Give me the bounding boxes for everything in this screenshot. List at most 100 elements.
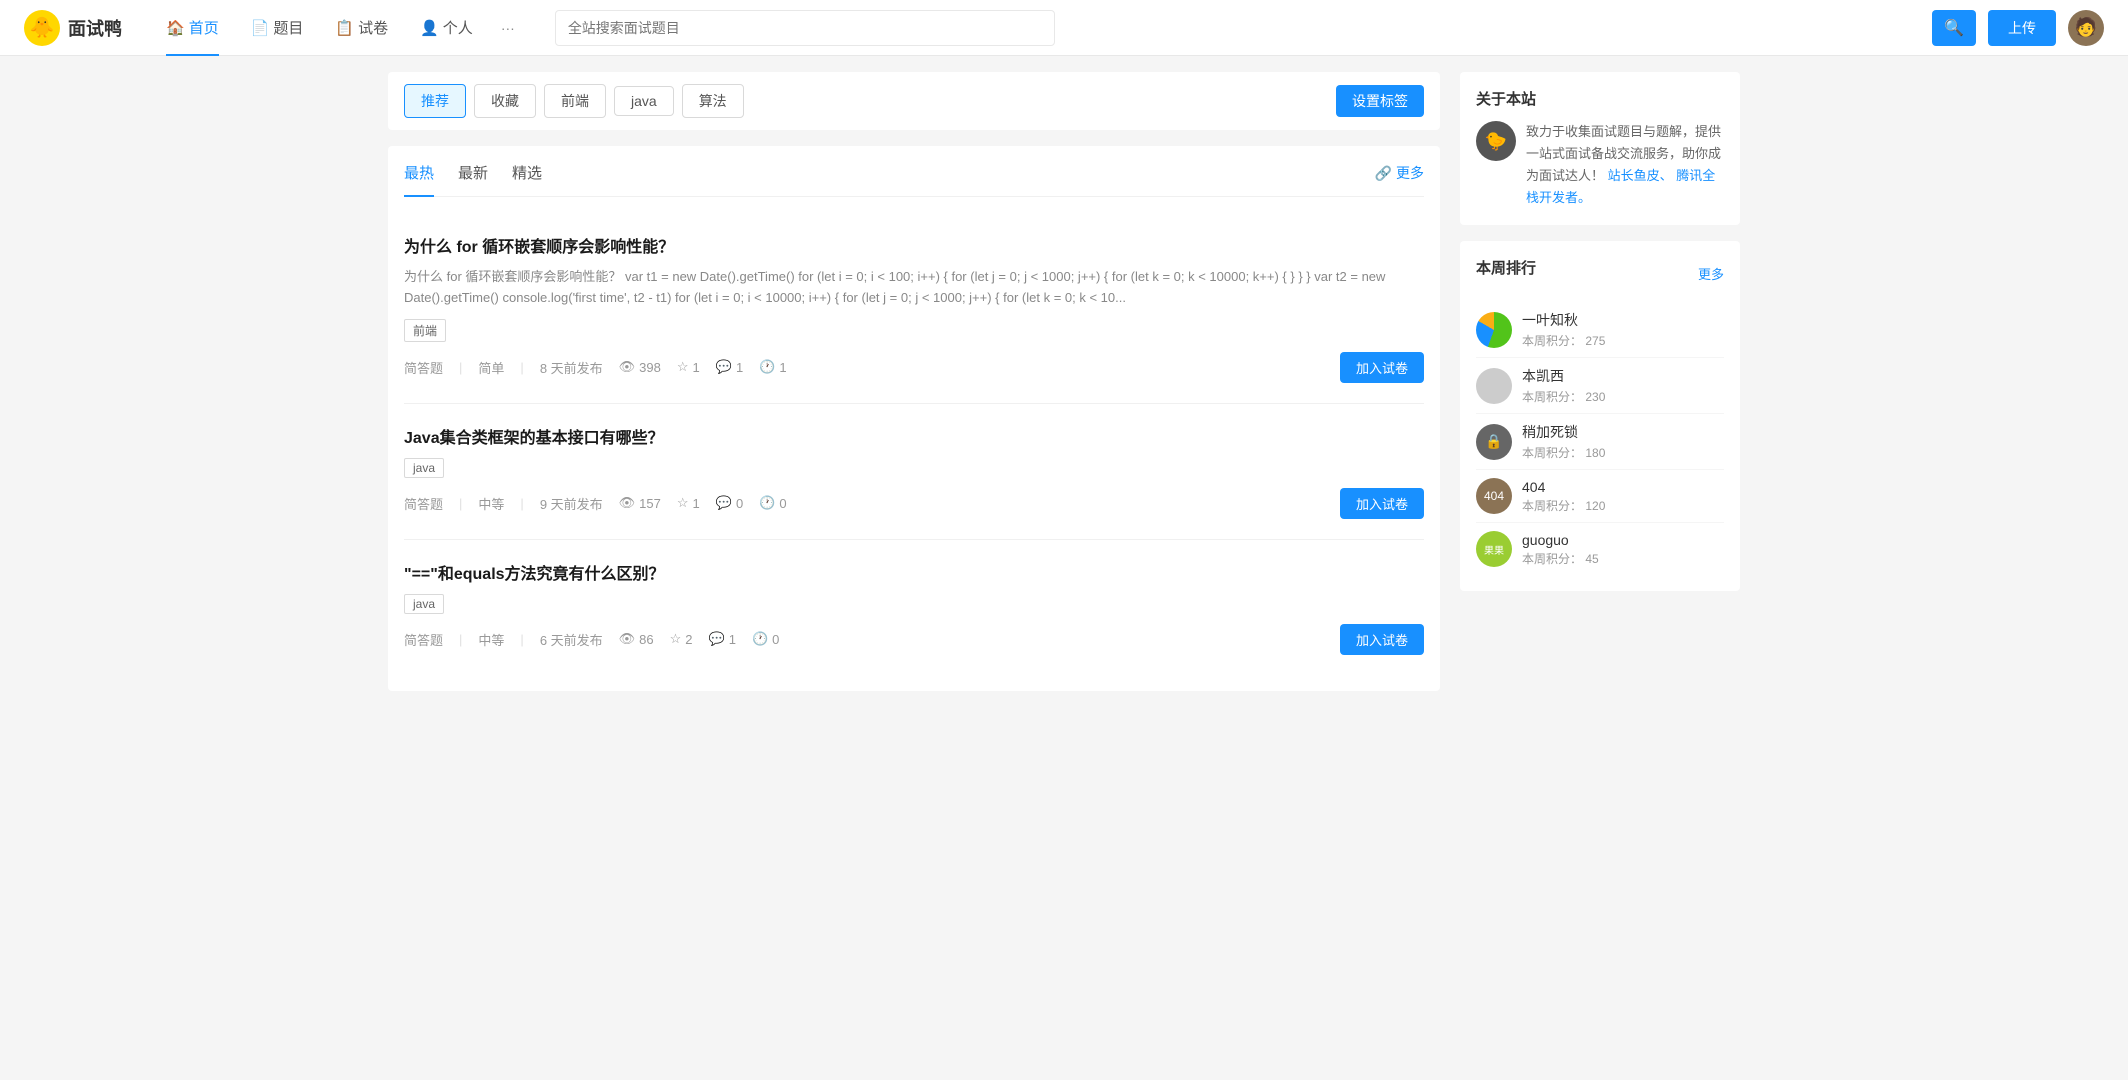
question-footer: 简答题 | 中等 | 9 天前发布 👁 157 ☆ 1 [404,488,1424,519]
question-footer: 简答题 | 简单 | 8 天前发布 👁 398 ☆ 1 [404,352,1424,383]
rank-avatar-5: 果果 [1476,531,1512,567]
rank-name-3: 稍加死锁 [1522,422,1724,442]
question-tag[interactable]: java [404,594,444,614]
search-area [555,10,1055,46]
about-link-1[interactable]: 站长鱼皮、 [1608,168,1673,183]
about-card: 关于本站 🐤 致力于收集面试题目与题解，提供一站式面试备战交流服务，助你成为面试… [1460,72,1740,225]
question-title[interactable]: Java集合类框架的基本接口有哪些？ [404,424,1424,448]
comment-icon: 💬 [716,495,732,511]
rank-avatar-3: 🔒 [1476,424,1512,460]
eye-icon: 👁 [619,359,636,375]
rank-name-5: guoguo [1522,532,1724,548]
nav-more[interactable]: ··· [493,20,523,36]
eye-icon: 👁 [619,631,636,647]
nav-papers[interactable]: 📋 试卷 [323,0,400,56]
question-meta: 简答题 | 简单 | 8 天前发布 👁 398 ☆ 1 [404,358,787,377]
view-count: 👁 398 [619,359,661,375]
tab-hot[interactable]: 最热 [404,162,434,197]
eye-icon: 👁 [619,495,636,511]
question-meta: 简答题 | 中等 | 6 天前发布 👁 86 ☆ 2 [404,630,779,649]
question-difficulty: 中等 [478,630,504,649]
main-container: 推荐 收藏 前端 java 算法 设置标签 最热 最新 精选 🔗 更多 为什么 … [364,56,1764,707]
papers-nav-icon: 📋 [335,19,354,37]
add-to-exam-button-3[interactable]: 加入试卷 [1340,624,1424,655]
rank-info-3: 稍加死锁 本周积分： 180 [1522,422,1724,461]
rank-title: 本周排行 [1476,257,1536,278]
logo-icon: 🐥 [24,10,60,46]
tab-latest[interactable]: 最新 [458,162,488,197]
nav-profile[interactable]: 👤 个人 [408,0,485,56]
upload-button[interactable]: 上传 [1988,10,2056,46]
search-button[interactable]: 🔍 [1932,10,1976,46]
rank-more-link[interactable]: 更多 [1698,264,1724,283]
star-count: ☆ 1 [677,359,700,375]
star-count: ☆ 1 [677,495,700,511]
nav-questions[interactable]: 📄 题目 [239,0,316,56]
question-tags: java [404,458,1424,478]
tag-algorithm[interactable]: 算法 [682,84,744,118]
link-icon: 🔗 [1375,165,1392,182]
clock-icon: 🕐 [752,631,768,647]
more-label: 更多 [1396,163,1424,183]
question-title[interactable]: 为什么 for 循环嵌套顺序会影响性能？ [404,233,1424,257]
logo[interactable]: 🐥 面试鸭 [24,10,122,46]
question-item: 为什么 for 循环嵌套顺序会影响性能？ 为什么 for 循环嵌套顺序会影响性能… [404,213,1424,404]
tab-featured[interactable]: 精选 [512,162,542,197]
add-to-exam-button-2[interactable]: 加入试卷 [1340,488,1424,519]
question-tag[interactable]: java [404,458,444,478]
tag-favorites[interactable]: 收藏 [474,84,536,118]
clock-icon: 🕐 [759,359,775,375]
question-footer: 简答题 | 中等 | 6 天前发布 👁 86 ☆ 2 [404,624,1424,655]
rank-name-1: 一叶知秋 [1522,310,1724,330]
question-time: 9 天前发布 [540,494,603,513]
user-avatar[interactable]: 🧑 [2068,10,2104,46]
star-icon: ☆ [677,495,689,511]
rank-score-4: 本周积分： 120 [1522,497,1724,514]
set-tags-button[interactable]: 设置标签 [1336,85,1424,117]
content-card: 最热 最新 精选 🔗 更多 为什么 for 循环嵌套顺序会影响性能？ 为什么 f… [388,146,1440,691]
questions-nav-icon: 📄 [251,19,270,37]
search-input[interactable] [555,10,1055,46]
rank-avatar-4: 404 [1476,478,1512,514]
rank-item: 果果 guoguo 本周积分： 45 [1476,523,1724,575]
add-to-exam-button-1[interactable]: 加入试卷 [1340,352,1424,383]
nav-home[interactable]: 🏠 首页 [154,0,231,56]
rank-info-1: 一叶知秋 本周积分： 275 [1522,310,1724,349]
rank-info-5: guoguo 本周积分： 45 [1522,532,1724,567]
question-difficulty: 简单 [478,358,504,377]
rank-info-4: 404 本周积分： 120 [1522,479,1724,514]
rank-item: 🔒 稍加死锁 本周积分： 180 [1476,414,1724,470]
star-icon: ☆ [677,359,689,375]
about-title: 关于本站 [1476,88,1724,109]
comment-count: 💬 0 [716,495,743,511]
question-type: 简答题 [404,358,443,377]
rank-item: 一叶知秋 本周积分： 275 [1476,302,1724,358]
rank-name-4: 404 [1522,479,1724,495]
rank-info-2: 本凯西 本周积分： 230 [1522,366,1724,405]
rank-item: 404 404 本周积分： 120 [1476,470,1724,523]
question-time: 8 天前发布 [540,358,603,377]
question-type: 简答题 [404,494,443,513]
question-title[interactable]: "=="和equals方法究竟有什么区别？ [404,560,1424,584]
view-count: 👁 86 [619,631,654,647]
clock-icon: 🕐 [759,495,775,511]
more-link[interactable]: 🔗 更多 [1375,163,1424,195]
rank-header: 本周排行 更多 [1476,257,1724,290]
history-count: 🕐 0 [759,495,786,511]
nav-actions: 🔍 上传 🧑 [1932,10,2104,46]
tag-recommended[interactable]: 推荐 [404,84,466,118]
sub-tabs: 最热 最新 精选 🔗 更多 [404,162,1424,197]
tag-java[interactable]: java [614,86,674,116]
question-time: 6 天前发布 [540,630,603,649]
view-count: 👁 157 [619,495,661,511]
comment-count: 💬 1 [709,631,736,647]
home-nav-icon: 🏠 [166,19,185,37]
about-section: 🐤 致力于收集面试题目与题解，提供一站式面试备战交流服务，助你成为面试达人！ 站… [1476,121,1724,209]
comment-icon: 💬 [709,631,725,647]
rank-score-1: 本周积分： 275 [1522,332,1724,349]
rank-avatar-2 [1476,368,1512,404]
question-tag[interactable]: 前端 [404,319,446,342]
navbar: 🐥 面试鸭 🏠 首页 📄 题目 📋 试卷 👤 个人 ··· 🔍 上传 🧑 [0,0,2128,56]
question-tags: 前端 [404,319,1424,342]
tag-frontend[interactable]: 前端 [544,84,606,118]
